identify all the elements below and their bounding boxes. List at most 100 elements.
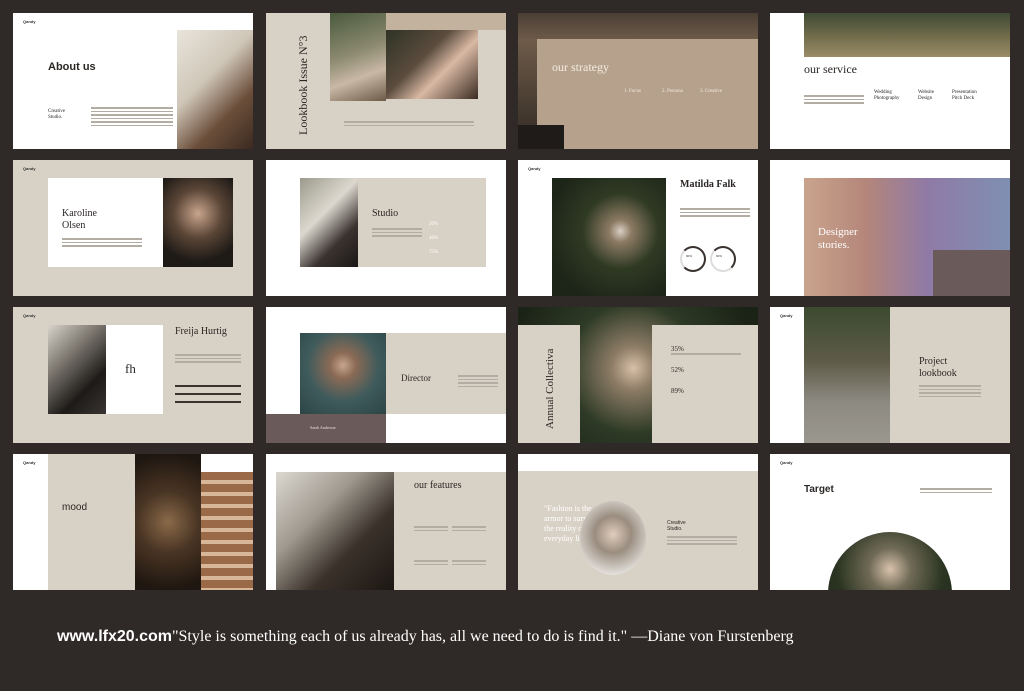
studio-photo	[300, 178, 358, 267]
brand-logo: Qandy	[780, 460, 793, 465]
brand-logo: Qandy	[23, 460, 36, 465]
body-text	[671, 353, 741, 357]
brand-logo: Qandy	[528, 166, 541, 171]
street-photo	[804, 307, 890, 443]
skill-bar-3	[175, 401, 241, 403]
beige-right-panel	[652, 325, 758, 443]
annual-stat-3: 89%	[671, 387, 684, 395]
slide-title: Project lookbook	[919, 356, 957, 379]
model-photo-small	[330, 13, 386, 101]
features-text-4	[452, 560, 486, 567]
annual-stat-1: 35%	[671, 345, 684, 353]
slide-title: Matilda Falk	[680, 179, 736, 190]
progress-ring-2-arc	[710, 246, 736, 272]
body-text	[919, 385, 981, 399]
slide-subtitle: Creative Studio.	[48, 109, 65, 120]
body-text	[680, 208, 750, 219]
director-photo	[300, 333, 386, 414]
portrait-photo	[163, 178, 233, 267]
slide-fashion-quote[interactable]: "Fashion is the armor to survive the rea…	[518, 454, 758, 590]
slide-studio[interactable]: Studio 20% 40% 75%	[266, 160, 506, 296]
shadow-portrait-photo	[48, 325, 106, 414]
model-photo-large	[386, 30, 478, 99]
brand-logo: Qandy	[23, 19, 36, 24]
interior-photo	[276, 472, 394, 590]
brand-logo: Qandy	[23, 313, 36, 318]
slide-our-features[interactable]: our features	[266, 454, 506, 590]
slide-title: our service	[804, 62, 857, 76]
body-text	[920, 488, 992, 495]
slide-our-strategy[interactable]: our strategy 1. Focus 2. Persona 3. Crea…	[518, 13, 758, 149]
slide-karoline[interactable]: Qandy Karoline Olsen	[13, 160, 253, 296]
strategy-point-2: 2. Persona	[662, 89, 683, 94]
features-text-2	[452, 526, 486, 533]
body-text	[804, 95, 864, 106]
slide-title: our features	[414, 480, 462, 491]
slide-designer-stories[interactable]: Designer stories.	[770, 160, 1010, 296]
monogram: fh	[125, 361, 136, 376]
progress-ring-1-arc	[680, 246, 706, 272]
studio-stat-2: 40%	[429, 236, 439, 241]
slide-title: Designer stories.	[818, 226, 858, 251]
strategy-point-3: 3. Creative	[700, 89, 722, 94]
accent-block	[386, 13, 506, 30]
skill-bar-2	[175, 393, 241, 395]
slide-target[interactable]: Qandy Target 90%	[770, 454, 1010, 590]
features-text-1	[414, 526, 448, 533]
brand-logo: Qandy	[780, 313, 793, 318]
slide-label: Creative Studio.	[667, 520, 686, 532]
slide-title: About us	[48, 61, 96, 73]
strategy-panel	[537, 39, 758, 149]
annual-stat-2: 52%	[671, 366, 684, 374]
slide-title: our strategy	[552, 60, 609, 74]
photo-caption: Sarah Anderson	[310, 425, 336, 430]
slide-title: Studio	[372, 208, 399, 219]
target-percent: 90%	[874, 520, 900, 535]
beige-panel	[48, 454, 135, 590]
slide-title: Target	[804, 484, 834, 495]
slide-title: Annual Collectiva	[544, 348, 556, 429]
slide-title: Freija Hurtig	[175, 326, 227, 337]
slide-title: Lookbook Issue N°3	[296, 35, 310, 135]
progress-ring-2	[710, 246, 736, 272]
footer-caption: www.lfx20.com"Style is something each of…	[57, 628, 794, 646]
studio-stat-3: 75%	[429, 250, 439, 255]
slide-project-lookbook[interactable]: Qandy Project lookbook	[770, 307, 1010, 443]
plant-portrait-photo	[552, 178, 666, 296]
service-col-1: Wedding Photography	[874, 90, 900, 101]
body-text	[667, 536, 737, 547]
slide-about-us[interactable]: Qandy About us Creative Studio.	[13, 13, 253, 149]
body-text	[175, 354, 241, 365]
footer-url[interactable]: www.lfx20.com	[57, 628, 172, 645]
dark-square	[518, 125, 564, 149]
slide-our-service[interactable]: our service Wedding Photography Website …	[770, 13, 1010, 149]
target-circle-photo	[828, 532, 952, 590]
body-text	[372, 228, 422, 239]
slide-title: Director	[401, 373, 431, 383]
features-text-3	[414, 560, 448, 567]
landscape-photo	[804, 13, 1010, 57]
mauve-block	[933, 250, 1010, 296]
slide-freija[interactable]: Qandy fh Freija Hurtig	[13, 307, 253, 443]
cafe-photo	[177, 30, 253, 149]
service-col-2: Website Design	[918, 90, 934, 101]
slide-matilda[interactable]: Qandy Matilda Falk 90% 60%	[518, 160, 758, 296]
progress-ring-1-label: 90%	[686, 254, 693, 258]
body-text	[91, 107, 173, 128]
slide-lookbook[interactable]: Lookbook Issue N°3	[266, 13, 506, 149]
mood-photo	[135, 454, 201, 590]
slide-annual-collectiva[interactable]: Annual Collectiva 35% 52% 89%	[518, 307, 758, 443]
studio-stat-1: 20%	[429, 222, 439, 227]
progress-ring-1	[680, 246, 706, 272]
brand-logo: Qandy	[23, 166, 36, 171]
slide-mood[interactable]: Qandy mood	[13, 454, 253, 590]
progress-ring-2-label: 60%	[716, 254, 723, 258]
body-text	[458, 375, 498, 389]
body-text	[62, 238, 142, 249]
skill-bar-1	[175, 385, 241, 387]
slide-director[interactable]: Sarah Anderson Director	[266, 307, 506, 443]
slide-title: Karoline Olsen	[62, 208, 97, 231]
body-text	[344, 121, 474, 128]
white-header	[518, 454, 758, 471]
strategy-point-1: 1. Focus	[624, 89, 641, 94]
